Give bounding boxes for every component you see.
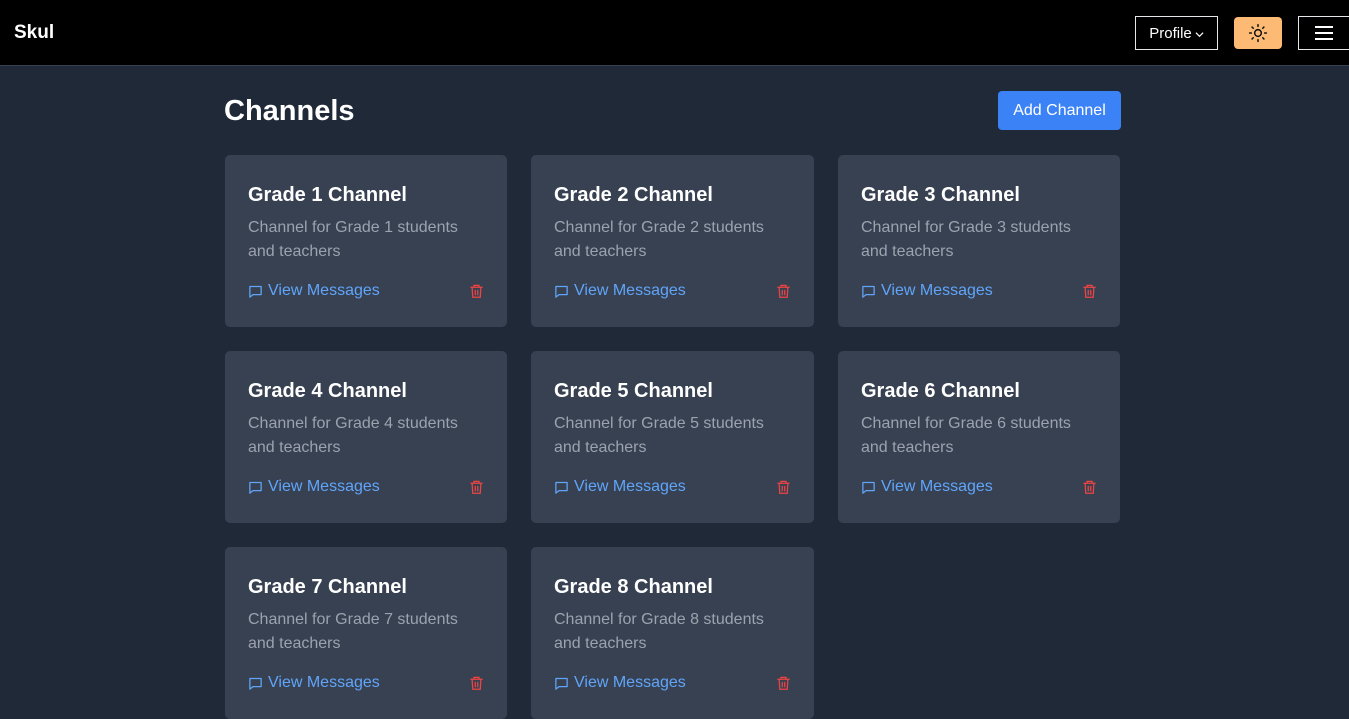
channel-card: Grade 7 Channel Channel for Grade 7 stud…: [225, 547, 507, 719]
menu-button[interactable]: [1298, 16, 1349, 50]
message-icon: [555, 677, 568, 690]
view-messages-link[interactable]: View Messages: [248, 674, 380, 692]
channel-card: Grade 5 Channel Channel for Grade 5 stud…: [531, 351, 814, 523]
channel-card: Grade 1 Channel Channel for Grade 1 stud…: [225, 155, 507, 327]
channel-description: Channel for Grade 6 students and teacher…: [861, 415, 1071, 456]
add-channel-button[interactable]: Add Channel: [998, 91, 1121, 130]
delete-channel-button[interactable]: [469, 675, 484, 691]
message-icon: [249, 481, 262, 494]
theme-toggle-button[interactable]: [1234, 17, 1282, 49]
card-footer: View Messages: [248, 674, 484, 692]
card-footer: View Messages: [861, 478, 1097, 496]
card-footer: View Messages: [248, 478, 484, 496]
channel-title: Grade 8 Channel: [554, 576, 713, 598]
channel-card: Grade 3 Channel Channel for Grade 3 stud…: [838, 155, 1120, 327]
trash-icon: [777, 676, 790, 690]
delete-channel-button[interactable]: [1082, 479, 1097, 495]
card-footer: View Messages: [554, 282, 791, 300]
view-messages-link[interactable]: View Messages: [554, 674, 686, 692]
message-icon: [555, 285, 568, 298]
trash-icon: [777, 480, 790, 494]
page-title: Channels: [224, 95, 355, 127]
channel-title: Grade 4 Channel: [248, 380, 407, 402]
message-icon: [862, 285, 875, 298]
trash-icon: [470, 480, 483, 494]
profile-dropdown-button[interactable]: Profile: [1135, 16, 1218, 50]
channel-title: Grade 5 Channel: [554, 380, 713, 402]
channel-description: Channel for Grade 4 students and teacher…: [248, 415, 458, 456]
app-logo[interactable]: Skul: [14, 22, 54, 44]
sun-icon: [1248, 23, 1268, 43]
channel-description: Channel for Grade 7 students and teacher…: [248, 611, 458, 652]
channel-grid: Grade 1 Channel Channel for Grade 1 stud…: [225, 155, 1120, 719]
message-icon: [249, 677, 262, 690]
view-messages-link[interactable]: View Messages: [554, 478, 686, 496]
channel-description: Channel for Grade 8 students and teacher…: [554, 611, 764, 652]
message-icon: [249, 285, 262, 298]
channel-description: Channel for Grade 2 students and teacher…: [554, 219, 764, 260]
trash-icon: [1083, 480, 1096, 494]
view-messages-label: View Messages: [268, 674, 380, 691]
message-icon: [555, 481, 568, 494]
view-messages-label: View Messages: [574, 478, 686, 495]
card-footer: View Messages: [554, 674, 791, 692]
top-navbar: Skul Profile: [0, 0, 1349, 66]
trash-icon: [470, 676, 483, 690]
channel-title: Grade 3 Channel: [861, 184, 1020, 206]
channel-title: Grade 6 Channel: [861, 380, 1020, 402]
delete-channel-button[interactable]: [776, 675, 791, 691]
delete-channel-button[interactable]: [469, 479, 484, 495]
channel-card: Grade 4 Channel Channel for Grade 4 stud…: [225, 351, 507, 523]
view-messages-link[interactable]: View Messages: [248, 282, 380, 300]
view-messages-label: View Messages: [574, 282, 686, 299]
trash-icon: [470, 284, 483, 298]
delete-channel-button[interactable]: [776, 283, 791, 299]
chevron-down-icon: [1195, 32, 1204, 38]
profile-label: Profile: [1149, 24, 1192, 42]
trash-icon: [1083, 284, 1096, 298]
view-messages-label: View Messages: [881, 478, 993, 495]
view-messages-label: View Messages: [881, 282, 993, 299]
trash-icon: [777, 284, 790, 298]
channel-title: Grade 7 Channel: [248, 576, 407, 598]
view-messages-link[interactable]: View Messages: [861, 478, 993, 496]
channel-card: Grade 6 Channel Channel for Grade 6 stud…: [838, 351, 1120, 523]
view-messages-link[interactable]: View Messages: [554, 282, 686, 300]
channel-description: Channel for Grade 3 students and teacher…: [861, 219, 1071, 260]
channel-title: Grade 2 Channel: [554, 184, 713, 206]
delete-channel-button[interactable]: [776, 479, 791, 495]
message-icon: [862, 481, 875, 494]
channel-card: Grade 8 Channel Channel for Grade 8 stud…: [531, 547, 814, 719]
channel-title: Grade 1 Channel: [248, 184, 407, 206]
channel-description: Channel for Grade 5 students and teacher…: [554, 415, 764, 456]
card-footer: View Messages: [861, 282, 1097, 300]
view-messages-link[interactable]: View Messages: [248, 478, 380, 496]
delete-channel-button[interactable]: [1082, 283, 1097, 299]
card-footer: View Messages: [554, 478, 791, 496]
view-messages-label: View Messages: [268, 282, 380, 299]
channel-description: Channel for Grade 1 students and teacher…: [248, 219, 458, 260]
view-messages-link[interactable]: View Messages: [861, 282, 993, 300]
view-messages-label: View Messages: [268, 478, 380, 495]
delete-channel-button[interactable]: [469, 283, 484, 299]
view-messages-label: View Messages: [574, 674, 686, 691]
hamburger-icon: [1315, 26, 1333, 40]
channel-card: Grade 2 Channel Channel for Grade 2 stud…: [531, 155, 814, 327]
card-footer: View Messages: [248, 282, 484, 300]
